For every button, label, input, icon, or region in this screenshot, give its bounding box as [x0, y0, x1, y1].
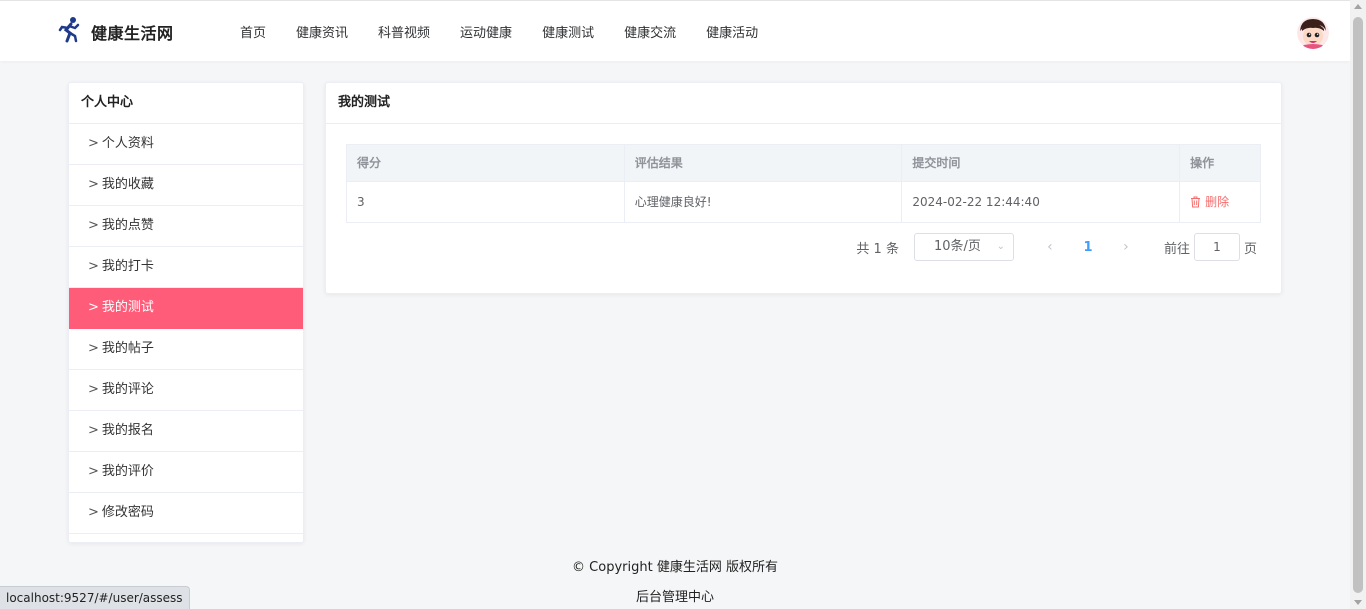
sidebar-item-label: 我的报名	[101, 423, 154, 438]
footer-copyright: © Copyright 健康生活网 版权所有	[572, 560, 778, 575]
sidebar-item-checkins[interactable]: > 我的打卡	[69, 247, 303, 288]
page: 健康生活网 首页 健康资讯 科普视频 运动健康 健康测试 健康交流 健康活动 个…	[0, 0, 1350, 609]
nav-item-tests[interactable]: 健康测试	[542, 22, 594, 41]
trash-icon	[1191, 196, 1201, 208]
status-bar-url: localhost:9527/#/user/assess	[0, 586, 190, 609]
column-header-result: 评估结果	[625, 145, 903, 181]
sidebar-item-tests[interactable]: > 我的测试	[69, 288, 303, 329]
sidebar-item-label: 个人资料	[101, 136, 154, 151]
admin-center-link[interactable]: 后台管理中心	[0, 586, 1350, 605]
page-size-select[interactable]: 10条/页 ⌄	[913, 233, 1014, 261]
sidebar-item-label: 我的评论	[101, 382, 154, 397]
scrollbar-thumb[interactable]	[1353, 17, 1363, 593]
nav-item-videos[interactable]: 科普视频	[378, 22, 430, 41]
sidebar-item-posts[interactable]: > 我的帖子	[69, 329, 303, 370]
cell-result: 心理健康良好!	[625, 182, 903, 222]
delete-button[interactable]: 删除	[1190, 182, 1229, 222]
column-header-action: 操作	[1190, 156, 1215, 170]
top-header: 健康生活网 首页 健康资讯 科普视频 运动健康 健康测试 健康交流 健康活动	[0, 0, 1350, 61]
site-title[interactable]: 健康生活网	[91, 20, 174, 44]
total-count: 共 1 条	[856, 241, 899, 257]
column-header-time: 提交时间	[902, 145, 1181, 181]
sidebar-item-label: 我的收藏	[101, 177, 154, 192]
card-title: 我的测试	[326, 83, 1281, 124]
sidebar-item-label: 我的打卡	[101, 259, 154, 274]
tests-table: 得分 评估结果 提交时间 操作 3 心理健康良好! 2024-02-22 12:…	[346, 144, 1261, 223]
chevron-down-icon: ⌄	[996, 241, 1005, 252]
scroll-down-arrow-icon[interactable]	[1354, 600, 1362, 605]
nav-item-home[interactable]: 首页	[240, 22, 266, 41]
sidebar-item-label: 我的评价	[101, 464, 154, 479]
scroll-up-arrow-icon[interactable]	[1354, 4, 1362, 9]
sidebar-item-signups[interactable]: > 我的报名	[69, 411, 303, 452]
goto-label: 前往	[1163, 241, 1190, 257]
sidebar-item-favorites[interactable]: > 我的收藏	[69, 165, 303, 206]
table-row: 3 心理健康良好! 2024-02-22 12:44:40 删除	[347, 182, 1260, 222]
personal-center-sidebar: 个人中心 > 个人资料 > 我的收藏 > 我的点赞 > 我的打卡 > 我的测试 > 我的帖子…	[68, 82, 304, 543]
sidebar-item-profile[interactable]: > 个人资料	[69, 124, 303, 165]
pagination: 共 1 条 10条/页 ⌄ ‹ 1 › 前往 页	[856, 233, 1257, 261]
delete-label: 删除	[1205, 195, 1230, 209]
my-tests-card: 我的测试 得分 评估结果 提交时间 操作 3 心理健康良好! 2024-02-2…	[325, 82, 1282, 294]
nav-item-forum[interactable]: 健康交流	[624, 22, 676, 41]
chevron-right-icon: >	[88, 382, 99, 397]
chevron-right-icon: >	[88, 464, 99, 479]
page-number-current[interactable]: 1	[1074, 240, 1102, 255]
main-nav: 首页 健康资讯 科普视频 运动健康 健康测试 健康交流 健康活动	[240, 22, 788, 41]
chevron-right-icon: >	[88, 136, 99, 151]
nav-item-activities[interactable]: 健康活动	[706, 22, 758, 41]
vertical-scrollbar[interactable]	[1350, 0, 1366, 609]
goto-page-input[interactable]	[1193, 233, 1240, 261]
next-page-button[interactable]: ›	[1112, 239, 1140, 255]
nav-item-news[interactable]: 健康资讯	[296, 22, 348, 41]
runner-icon[interactable]	[57, 16, 81, 44]
page-jumper: 前往 页	[1164, 233, 1257, 261]
user-avatar[interactable]	[1297, 17, 1329, 49]
sidebar-item-comments[interactable]: > 我的评论	[69, 370, 303, 411]
cell-action: 删除	[1180, 182, 1260, 222]
prev-page-button[interactable]: ‹	[1036, 239, 1064, 255]
sidebar-title: 个人中心	[69, 83, 303, 124]
sidebar-item-likes[interactable]: > 我的点赞	[69, 206, 303, 247]
chevron-right-icon: >	[88, 218, 99, 233]
sidebar-item-label: 我的点赞	[101, 218, 154, 233]
chevron-right-icon: >	[88, 300, 99, 315]
sidebar-item-reviews[interactable]: > 我的评价	[69, 452, 303, 493]
page-suffix: 页	[1243, 241, 1257, 257]
nav-item-sports[interactable]: 运动健康	[460, 22, 512, 41]
sidebar-item-change-password[interactable]: > 修改密码	[69, 493, 303, 534]
sidebar-item-label: 我的测试	[101, 300, 154, 315]
cell-time: 2024-02-22 12:44:40	[902, 182, 1181, 222]
chevron-right-icon: >	[88, 177, 99, 192]
chevron-right-icon: >	[88, 259, 99, 274]
cell-score: 3	[347, 182, 625, 222]
sidebar-item-label: 修改密码	[101, 505, 154, 520]
column-header-score: 得分	[347, 145, 625, 181]
table-header: 得分 评估结果 提交时间 操作	[347, 145, 1260, 182]
chevron-right-icon: >	[88, 341, 99, 356]
chevron-right-icon: >	[88, 423, 99, 438]
chevron-right-icon: >	[88, 505, 99, 520]
sidebar-item-label: 我的帖子	[101, 341, 154, 356]
page-size-value: 10条/页	[933, 239, 981, 254]
